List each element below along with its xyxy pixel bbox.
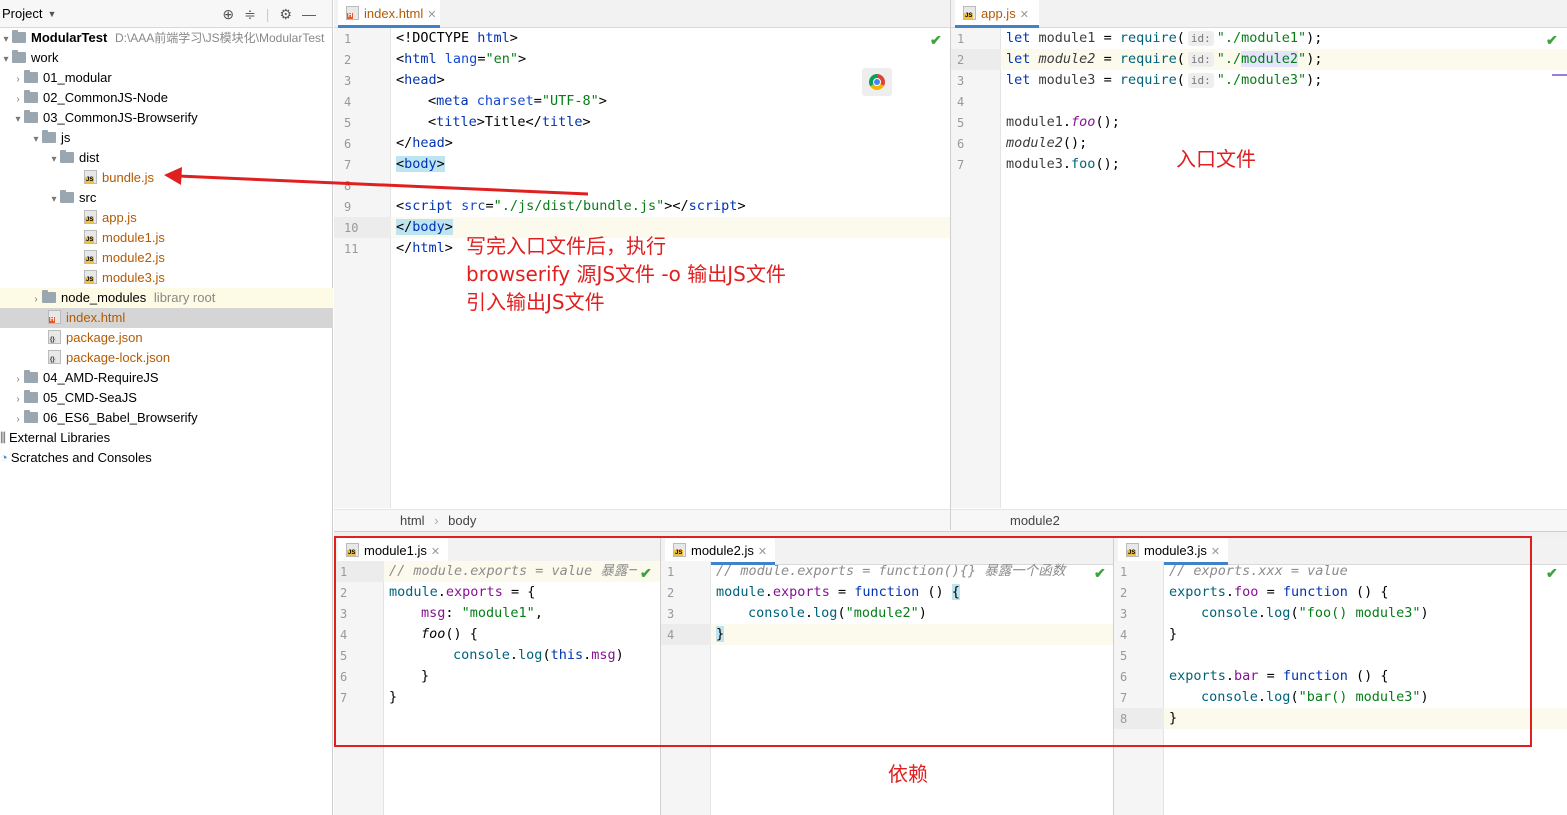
annotation-arrow <box>164 167 589 196</box>
